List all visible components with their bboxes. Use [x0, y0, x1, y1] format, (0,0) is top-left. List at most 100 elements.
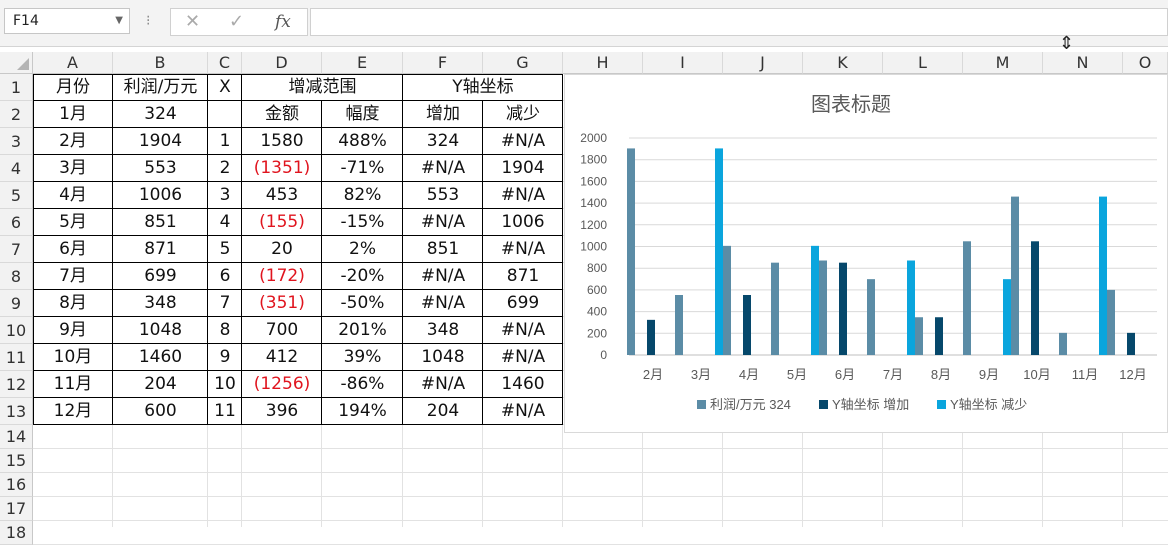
cell-b10[interactable]: 1048	[113, 317, 208, 344]
bar-2-2月[interactable]	[647, 319, 655, 355]
bar-2-4月[interactable]	[743, 294, 751, 355]
bar-3-9月[interactable]	[1003, 279, 1011, 355]
cell-e10[interactable]: 201%	[322, 317, 403, 344]
cell-d11[interactable]: 412	[242, 344, 322, 371]
formula-input[interactable]	[310, 8, 1168, 36]
bar-3-5月[interactable]	[811, 245, 819, 355]
cell-g13[interactable]: #N/A	[483, 398, 563, 425]
cell-d9[interactable]: (351)	[242, 290, 322, 317]
cell-g4[interactable]: 1904	[483, 155, 563, 182]
cell-c1[interactable]: X	[208, 74, 242, 101]
column-header-f[interactable]: F	[403, 52, 483, 74]
row-header-9[interactable]: 9	[0, 290, 33, 317]
cell-b13[interactable]: 600	[113, 398, 208, 425]
cell-e5[interactable]: 82%	[322, 182, 403, 209]
bar-1-5月[interactable]	[771, 262, 779, 355]
cell-f6[interactable]: #N/A	[403, 209, 483, 236]
cell-f9[interactable]: #N/A	[403, 290, 483, 317]
name-box[interactable]: F14 ▼	[4, 8, 130, 34]
cell-e3[interactable]: 488%	[322, 128, 403, 155]
cell-d10[interactable]: 700	[242, 317, 322, 344]
cell-f12[interactable]: #N/A	[403, 371, 483, 398]
cancel-icon[interactable]: ✕	[185, 11, 200, 33]
cell-d12[interactable]: (1256)	[242, 371, 322, 398]
bar-1-11月[interactable]	[1059, 332, 1067, 355]
cell-a12[interactable]: 11月	[33, 371, 113, 398]
column-header-c[interactable]: C	[208, 52, 242, 74]
bar-1-10月[interactable]	[1011, 196, 1019, 355]
row-header-13[interactable]: 13	[0, 398, 33, 425]
cell-e9[interactable]: -50%	[322, 290, 403, 317]
cell-b7[interactable]: 871	[113, 236, 208, 263]
row-header-3[interactable]: 3	[0, 128, 33, 155]
cell-c6[interactable]: 4	[208, 209, 242, 236]
cell-b2[interactable]: 324	[113, 101, 208, 128]
bar-2-10月[interactable]	[1031, 241, 1039, 355]
cell-f2[interactable]: 增加	[403, 101, 483, 128]
cell-f1-merged[interactable]: Y轴坐标	[403, 74, 563, 101]
cell-a10[interactable]: 9月	[33, 317, 113, 344]
cell-d4[interactable]: (1351)	[242, 155, 322, 182]
column-header-g[interactable]: G	[483, 52, 563, 74]
cell-g9[interactable]: 699	[483, 290, 563, 317]
cell-g11[interactable]: #N/A	[483, 344, 563, 371]
cell-e2[interactable]: 幅度	[322, 101, 403, 128]
legend-label[interactable]: Y轴坐标 减少	[950, 397, 1027, 412]
cell-f11[interactable]: 1048	[403, 344, 483, 371]
row-header-17[interactable]: 17	[0, 497, 33, 521]
column-header-a[interactable]: A	[33, 52, 113, 74]
cell-a2[interactable]: 1月	[33, 101, 113, 128]
bar-3-3月[interactable]	[715, 148, 723, 355]
insert-function-icon[interactable]: fx	[275, 11, 291, 33]
cell-e4[interactable]: -71%	[322, 155, 403, 182]
cell-b6[interactable]: 851	[113, 209, 208, 236]
cell-g7[interactable]: #N/A	[483, 236, 563, 263]
cell-c2[interactable]	[208, 101, 242, 128]
row-header-18[interactable]: 18	[0, 521, 33, 545]
cell-c5[interactable]: 3	[208, 182, 242, 209]
cell-f5[interactable]: 553	[403, 182, 483, 209]
bar-1-3月[interactable]	[675, 294, 683, 355]
row-header-7[interactable]: 7	[0, 236, 33, 263]
column-header-m[interactable]: M	[963, 52, 1043, 74]
cell-a7[interactable]: 6月	[33, 236, 113, 263]
column-header-o[interactable]: O	[1123, 52, 1168, 74]
column-header-h[interactable]: H	[563, 52, 643, 74]
cell-c8[interactable]: 6	[208, 263, 242, 290]
bar-1-4月[interactable]	[723, 245, 731, 355]
cell-d13[interactable]: 396	[242, 398, 322, 425]
cell-d8[interactable]: (172)	[242, 263, 322, 290]
row-header-6[interactable]: 6	[0, 209, 33, 236]
cell-a5[interactable]: 4月	[33, 182, 113, 209]
cell-b11[interactable]: 1460	[113, 344, 208, 371]
chart-title[interactable]: 图表标题	[811, 93, 891, 116]
row-header-10[interactable]: 10	[0, 317, 33, 344]
cell-g12[interactable]: 1460	[483, 371, 563, 398]
cell-c4[interactable]: 2	[208, 155, 242, 182]
cell-g8[interactable]: 871	[483, 263, 563, 290]
bar-1-8月[interactable]	[915, 317, 923, 355]
cell-a1[interactable]: 月份	[33, 74, 113, 101]
row-header-8[interactable]: 8	[0, 263, 33, 290]
bar-3-7月[interactable]	[907, 260, 915, 355]
cell-e12[interactable]: -86%	[322, 371, 403, 398]
cell-d3[interactable]: 1580	[242, 128, 322, 155]
cell-f3[interactable]: 324	[403, 128, 483, 155]
legend-label[interactable]: 利润/万元 324	[710, 397, 791, 412]
column-header-i[interactable]: I	[643, 52, 723, 74]
cell-d2[interactable]: 金额	[242, 101, 322, 128]
cell-f4[interactable]: #N/A	[403, 155, 483, 182]
row-header-16[interactable]: 16	[0, 473, 33, 497]
cell-c11[interactable]: 9	[208, 344, 242, 371]
cell-e11[interactable]: 39%	[322, 344, 403, 371]
bar-1-6月[interactable]	[819, 260, 827, 355]
enter-icon[interactable]: ✓	[229, 11, 244, 33]
cell-a9[interactable]: 8月	[33, 290, 113, 317]
cell-g10[interactable]: #N/A	[483, 317, 563, 344]
cell-a13[interactable]: 12月	[33, 398, 113, 425]
column-header-n[interactable]: N	[1043, 52, 1123, 74]
cell-a3[interactable]: 2月	[33, 128, 113, 155]
select-all-corner[interactable]	[0, 52, 33, 74]
row-header-12[interactable]: 12	[0, 371, 33, 398]
row-header-14[interactable]: 14	[0, 425, 33, 449]
